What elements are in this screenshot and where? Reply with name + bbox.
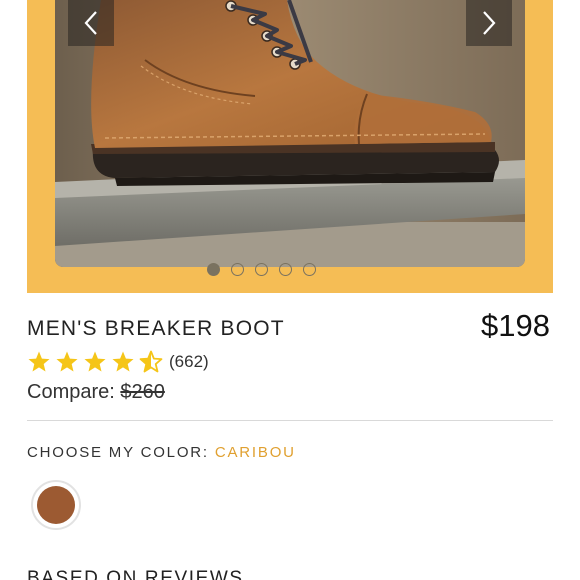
star-full-icon [84,351,106,372]
color-chooser-label: CHOOSE MY COLOR: CARIBOU [27,444,296,461]
compare-label: Compare: [27,381,121,403]
based-on-reviews-heading: BASED ON REVIEWS [27,568,244,580]
compare-original-price: $260 [120,381,165,403]
star-full-icon [28,351,50,372]
carousel-dot-5[interactable] [303,263,316,276]
chevron-right-icon [483,11,496,35]
star-half-icon [139,350,163,373]
product-photo[interactable] [55,0,525,267]
compare-price-line: Compare: $260 [27,381,165,404]
carousel-dot-1[interactable] [207,263,220,276]
color-swatch-caribou[interactable] [31,480,81,530]
boot-image [55,0,525,267]
carousel-dot-4[interactable] [279,263,292,276]
selected-color-name: CARIBOU [214,444,296,461]
product-price: $198 [481,308,550,343]
carousel-next-button[interactable] [466,0,512,46]
carousel-pagination [207,263,316,277]
product-image-carousel [27,0,553,293]
star-full-icon [56,351,78,372]
product-rating[interactable]: (662) [27,349,209,375]
section-divider [27,420,553,421]
carousel-dot-2[interactable] [231,263,244,276]
choose-color-label: CHOOSE MY COLOR: [27,444,215,461]
star-full-icon [112,351,134,372]
rating-count[interactable]: (662) [169,352,209,372]
chevron-left-icon [84,11,97,35]
product-title: MEN'S BREAKER BOOT [27,317,285,340]
carousel-dot-3[interactable] [255,263,268,276]
swatch-fill [37,486,75,524]
carousel-prev-button[interactable] [68,0,114,46]
